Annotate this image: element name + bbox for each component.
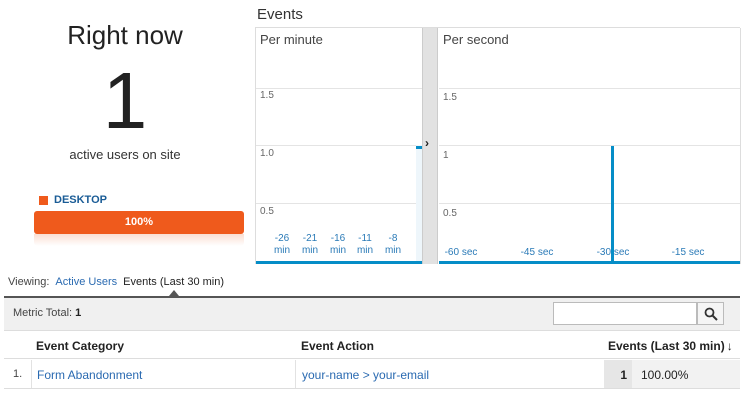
metric-total: Metric Total: 1 — [13, 307, 82, 319]
table-header: Event Category Event Action Events (Last… — [4, 333, 740, 359]
table-search-input[interactable] — [553, 302, 697, 325]
gridline — [439, 88, 740, 89]
per-second-heading: Per second — [443, 32, 509, 47]
y-tick-label: 1.0 — [260, 148, 274, 159]
x-tick-label: -30 sec — [596, 247, 630, 258]
right-now-title: Right now — [67, 20, 183, 50]
per-second-bar[interactable] — [610, 145, 614, 261]
search-icon — [704, 307, 718, 321]
search-button[interactable] — [697, 302, 724, 325]
column-event-category[interactable]: Event Category — [36, 339, 124, 353]
y-tick-label: 1.5 — [443, 92, 457, 103]
row-index: 1. — [13, 368, 23, 380]
event-action-link[interactable]: your-name > your-email — [302, 368, 429, 382]
column-events-count[interactable]: Events (Last 30 min) ↓ — [608, 339, 733, 353]
metric-toolbar: Metric Total: 1 — [4, 298, 740, 331]
active-users-count: 1 — [102, 56, 148, 145]
per-minute-chart: Per minute 1.5 1.0 0.5 -26 min -21 min -16… — [256, 28, 422, 264]
gridline — [256, 203, 422, 204]
x-tick-label: -16 min — [329, 233, 347, 256]
per-second-baseline — [439, 261, 740, 264]
per-minute-baseline — [256, 261, 422, 264]
viewing-tabs: Viewing: Active Users Events (Last 30 mi… — [8, 276, 224, 288]
desktop-swatch — [39, 195, 48, 205]
y-tick-label: 0.5 — [260, 206, 274, 217]
column-divider — [31, 360, 32, 388]
device-bar-shadow — [34, 234, 244, 246]
gridline — [256, 88, 422, 89]
gridline — [439, 145, 740, 146]
tab-active-users[interactable]: Active Users — [55, 276, 117, 288]
events-title: Events — [257, 6, 303, 23]
table-row: 1. Form Abandonment your-name > your-ema… — [4, 360, 740, 389]
viewing-label: Viewing: — [8, 276, 50, 288]
y-tick-label: 1 — [443, 150, 449, 161]
x-tick-label: -45 sec — [520, 247, 554, 258]
tab-events[interactable]: Events (Last 30 min) — [123, 276, 224, 288]
events-count-cell: 1 — [604, 360, 632, 388]
x-tick-label: -21 min — [301, 233, 319, 256]
x-tick-label: -26 min — [273, 233, 291, 256]
active-users-caption: active users on site — [69, 147, 181, 162]
chart-splitter[interactable]: › — [422, 28, 438, 264]
x-tick-label: -60 sec — [444, 247, 478, 258]
sort-desc-icon: ↓ — [726, 339, 733, 353]
x-tick-label: -8 min — [384, 233, 402, 256]
gridline — [256, 145, 422, 146]
chart-frame-right — [740, 28, 741, 264]
device-share-bar: 100% — [34, 211, 244, 234]
x-tick-label: -15 sec — [671, 247, 705, 258]
events-percent-cell: 100.00% — [632, 360, 740, 388]
gridline — [439, 203, 740, 204]
per-minute-heading: Per minute — [260, 32, 323, 47]
chevron-right-icon[interactable]: › — [425, 136, 429, 150]
device-legend: DESKTOP — [39, 194, 107, 206]
x-tick-label: -11 min — [356, 233, 374, 256]
column-divider — [295, 360, 296, 388]
event-category-link[interactable]: Form Abandonment — [37, 368, 142, 382]
column-event-action[interactable]: Event Action — [301, 339, 374, 353]
y-tick-label: 1.5 — [260, 90, 274, 101]
y-tick-label: 0.5 — [443, 208, 457, 219]
device-label-desktop[interactable]: DESKTOP — [54, 194, 107, 206]
per-second-chart: Per second 1.5 1 0.5 -60 sec -45 sec -30… — [439, 28, 740, 264]
